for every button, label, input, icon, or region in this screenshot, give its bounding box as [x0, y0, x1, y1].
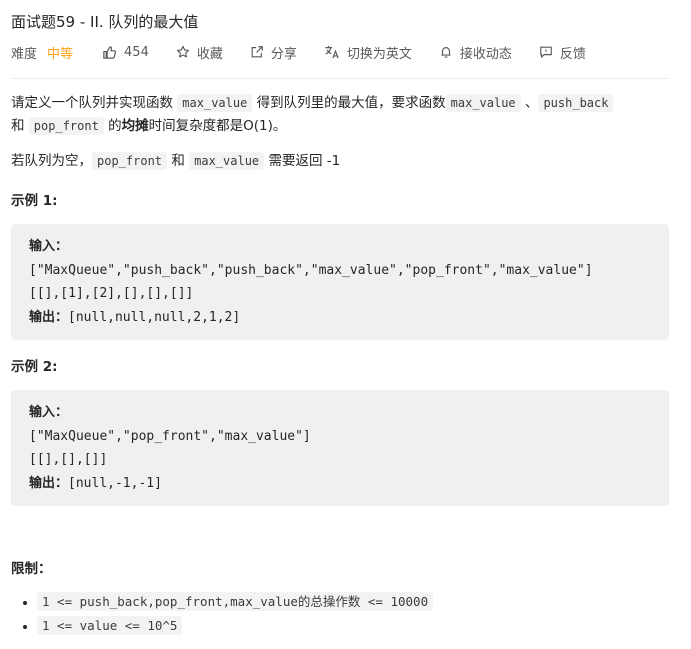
inline-code: max_value — [177, 94, 253, 112]
header-divider — [11, 78, 669, 79]
feedback-icon — [540, 46, 552, 59]
share-icon — [251, 46, 263, 58]
example-1-input-ops: ["MaxQueue","push_back","push_back","max… — [29, 262, 593, 278]
switch-language-button[interactable]: 切换为英文 — [324, 43, 412, 62]
example-1-output: [null,null,null,2,1,2] — [68, 309, 241, 325]
inline-code: push_back — [538, 94, 614, 112]
feedback-label: 反馈 — [559, 46, 586, 62]
output-label: 输出： — [29, 475, 69, 491]
emphasis-amortized: 均摊 — [121, 118, 149, 134]
limit-2: 1 <= value <= 10^5 — [37, 616, 183, 635]
problem-description-p2: 若队列为空， pop_front 和 max_value 需要返回 -1 — [11, 152, 341, 170]
inline-code: pop_front — [92, 152, 168, 170]
list-item: 1 <= value <= 10^5 — [37, 614, 433, 638]
share-button[interactable]: 分享 — [250, 43, 297, 62]
like-count: 454 — [124, 44, 149, 60]
example-2-block: 输入： ["MaxQueue","pop_front","max_value"]… — [11, 390, 669, 506]
inline-code: max_value — [445, 94, 521, 112]
example-2-output: [null,-1,-1] — [68, 475, 162, 491]
output-label: 输出： — [29, 309, 69, 325]
inline-code: max_value — [189, 152, 265, 170]
problem-title: 面试题59 - II. 队列的最大值 — [11, 13, 199, 31]
limits-heading: 限制： — [11, 561, 52, 577]
example-1-block: 输入： ["MaxQueue","push_back","push_back",… — [11, 224, 669, 340]
translate-icon — [325, 46, 339, 59]
limits-list: 1 <= push_back,pop_front,max_value的总操作数 … — [11, 590, 434, 638]
problem-meta-bar: 难度 中等 454 收藏 分享 切换为英文 接收动态 反馈 — [11, 43, 613, 62]
difficulty-label: 难度 — [11, 46, 38, 62]
problem-description-p1: 请定义一个队列并实现函数 max_value 得到队列里的最大值，要求函数 max… — [11, 92, 669, 138]
share-label: 分享 — [270, 46, 297, 62]
input-label: 输入： — [29, 239, 69, 254]
switch-language-label: 切换为英文 — [346, 46, 412, 62]
example-1-heading: 示例 1: — [11, 193, 58, 209]
difficulty-badge: 中等 — [47, 46, 74, 62]
favorite-label: 收藏 — [196, 46, 223, 62]
like-button[interactable]: 454 — [102, 45, 149, 60]
example-2-input-args: [[],[],[]] — [29, 452, 108, 467]
notify-label: 接收动态 — [459, 46, 512, 62]
limit-1: 1 <= push_back,pop_front,max_value的总操作数 … — [37, 592, 434, 611]
favorite-button[interactable]: 收藏 — [176, 43, 223, 62]
example-1-input-args: [[],[1],[2],[],[],[]] — [29, 286, 194, 301]
inline-code: pop_front — [28, 117, 104, 135]
input-label: 输入： — [29, 405, 69, 420]
bell-icon — [441, 47, 451, 58]
star-icon — [176, 45, 189, 58]
notify-button[interactable]: 接收动态 — [439, 43, 512, 62]
example-2-input-ops: ["MaxQueue","pop_front","max_value"] — [29, 428, 311, 444]
feedback-button[interactable]: 反馈 — [539, 43, 586, 62]
thumbs-up-icon — [103, 45, 117, 59]
list-item: 1 <= push_back,pop_front,max_value的总操作数 … — [37, 590, 434, 614]
example-2-heading: 示例 2: — [11, 359, 58, 375]
